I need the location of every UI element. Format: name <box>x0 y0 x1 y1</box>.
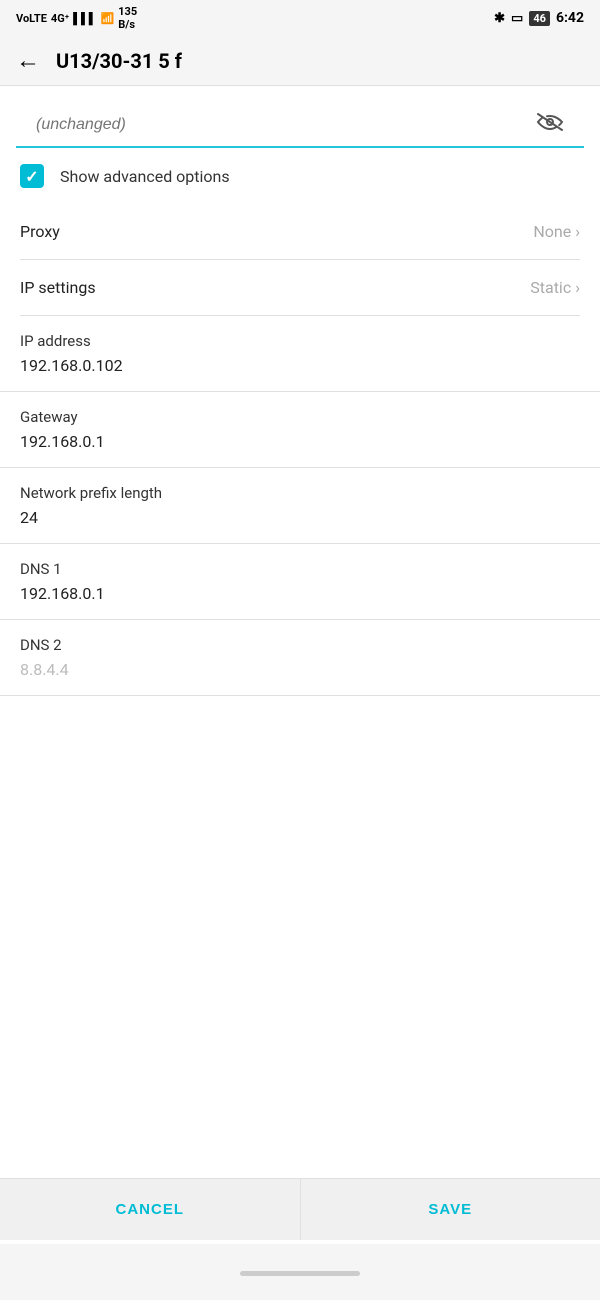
dns2-label: DNS 2 <box>20 620 580 660</box>
ip-settings-value[interactable]: Static › <box>530 278 580 297</box>
signal-4g: 4G⁺ <box>51 12 69 25</box>
network-prefix-group: Network prefix length 24 <box>0 468 600 544</box>
toggle-password-icon[interactable] <box>536 112 564 138</box>
dns1-group: DNS 1 192.168.0.1 <box>0 544 600 620</box>
ip-address-label: IP address <box>20 316 580 356</box>
proxy-chevron-icon: › <box>575 222 580 241</box>
phone-icon: ▭ <box>511 11 523 26</box>
ip-settings-label: IP settings <box>20 278 96 297</box>
proxy-value-text: None <box>533 222 571 241</box>
status-time: 6:42 <box>556 10 584 26</box>
advanced-options-label: Show advanced options <box>60 167 230 186</box>
content-area: ✓ Show advanced options Proxy None › IP … <box>0 86 600 1300</box>
status-left: VoLTE 4G⁺ ▌▌▌ 📶 135B/s <box>16 5 137 31</box>
signal-bars: ▌▌▌ <box>73 12 96 25</box>
gateway-value[interactable]: 192.168.0.1 <box>20 432 580 467</box>
proxy-value[interactable]: None › <box>533 222 580 241</box>
ip-settings-value-text: Static <box>530 278 571 297</box>
password-field[interactable] <box>16 96 584 148</box>
network-prefix-label: Network prefix length <box>20 468 580 508</box>
status-right: ✱ ▭ 46 6:42 <box>494 10 584 26</box>
gateway-group: Gateway 192.168.0.1 <box>0 392 600 468</box>
proxy-label: Proxy <box>20 222 60 241</box>
bluetooth-icon: ✱ <box>494 11 505 26</box>
page-title: U13/30-31 5 f <box>56 49 182 73</box>
app-bar: ← U13/30-31 5 f <box>0 36 600 86</box>
ip-settings-row[interactable]: IP settings Static › <box>20 260 580 316</box>
dns1-label: DNS 1 <box>20 544 580 584</box>
back-button[interactable]: ← <box>16 46 40 75</box>
advanced-options-checkbox[interactable]: ✓ <box>20 164 44 188</box>
wifi-icon: 📶 <box>101 12 115 25</box>
save-button[interactable]: SAVE <box>301 1179 600 1240</box>
ip-address-group: IP address 192.168.0.102 <box>0 316 600 392</box>
data-speed: 135B/s <box>118 5 137 31</box>
network-prefix-value[interactable]: 24 <box>20 508 580 543</box>
password-input[interactable] <box>36 116 536 134</box>
gateway-label: Gateway <box>20 392 580 432</box>
ip-settings-chevron-icon: › <box>575 278 580 297</box>
status-bar: VoLTE 4G⁺ ▌▌▌ 📶 135B/s ✱ ▭ 46 6:42 <box>0 0 600 36</box>
advanced-options-row[interactable]: ✓ Show advanced options <box>0 148 600 204</box>
dns2-value[interactable]: 8.8.4.4 <box>20 660 580 695</box>
ip-settings-section: IP settings Static › <box>0 260 600 316</box>
battery-icon: 46 <box>529 11 550 26</box>
proxy-row[interactable]: Proxy None › <box>20 204 580 260</box>
home-pill <box>240 1271 360 1276</box>
bottom-buttons: CANCEL SAVE <box>0 1178 600 1240</box>
cancel-button[interactable]: CANCEL <box>0 1179 301 1240</box>
home-indicator <box>0 1244 600 1300</box>
volte-indicator: VoLTE <box>16 12 47 25</box>
dns1-value[interactable]: 192.168.0.1 <box>20 584 580 619</box>
checkmark-icon: ✓ <box>25 167 38 186</box>
ip-address-value[interactable]: 192.168.0.102 <box>20 356 580 391</box>
proxy-section: Proxy None › <box>0 204 600 260</box>
dns2-group: DNS 2 8.8.4.4 <box>0 620 600 696</box>
